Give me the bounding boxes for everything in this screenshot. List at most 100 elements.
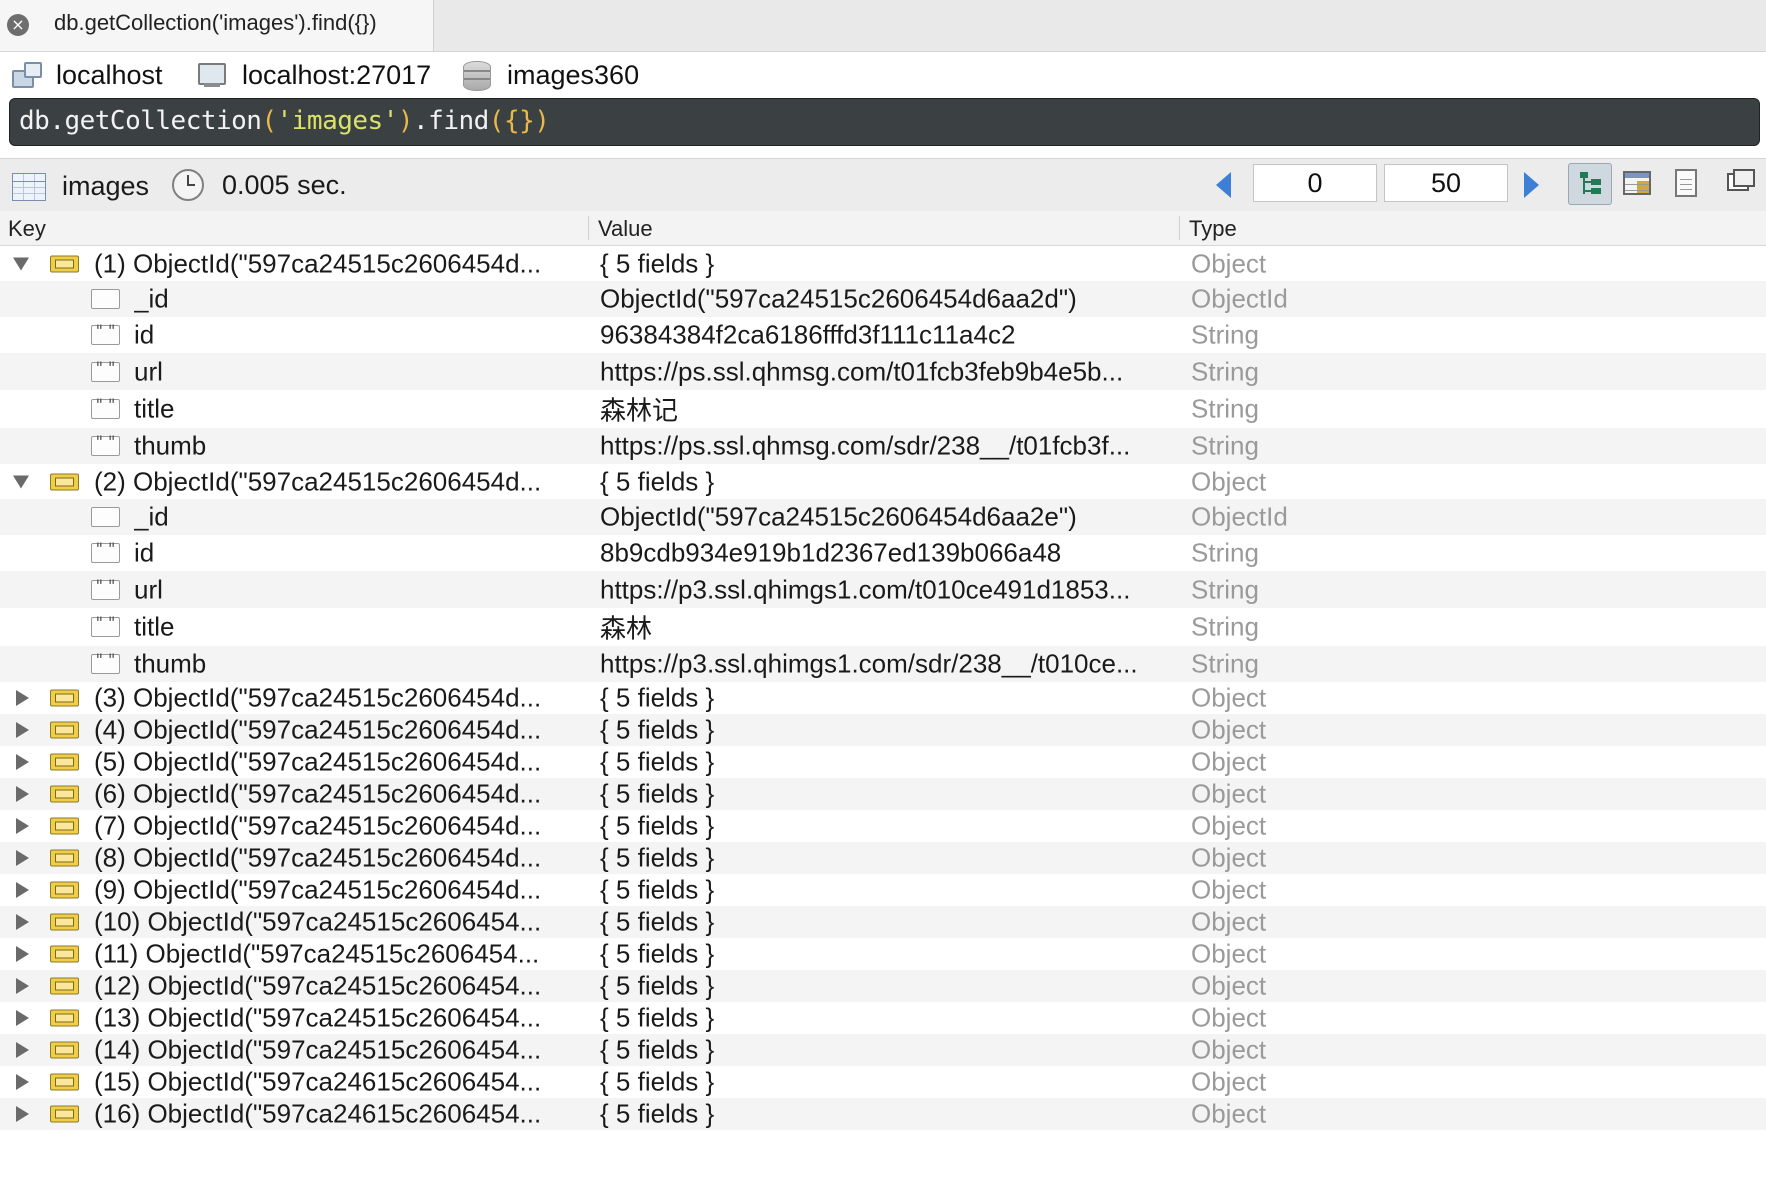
row-type: Object [1191, 906, 1267, 937]
string-field-icon: " " [91, 615, 120, 637]
tree-view-button[interactable] [1568, 163, 1612, 205]
row-key: (15) ObjectId("597ca24615c2606454... [94, 1066, 542, 1097]
column-key[interactable]: Key [8, 216, 46, 242]
row-type: Object [1191, 1098, 1267, 1129]
object-icon [50, 1073, 79, 1091]
object-icon [50, 785, 79, 803]
row-value: { 5 fields } [600, 466, 715, 496]
row-key: (9) ObjectId("597ca24515c2606454d... [94, 874, 542, 905]
field-row[interactable]: " " url https://p3.ssl.qhimgs1.com/t010ce4… [0, 571, 1766, 608]
expand-arrow-icon[interactable] [16, 722, 29, 738]
document-row[interactable]: (1) ObjectId("597ca24515c2606454d... { 5 … [0, 246, 1766, 281]
row-value: { 5 fields } [600, 874, 715, 905]
tab-bar: × db.getCollection('images').find({}) [0, 0, 1766, 52]
document-row[interactable]: (9) ObjectId("597ca24515c2606454d... { 5 … [0, 874, 1766, 906]
server-icon [198, 62, 226, 88]
field-row[interactable]: _id ObjectId("597ca24515c2606454d6aa2e") O… [0, 499, 1766, 535]
document-row[interactable]: (3) ObjectId("597ca24515c2606454d... { 5 … [0, 682, 1766, 714]
limit-field[interactable] [1384, 164, 1508, 202]
document-row[interactable]: (11) ObjectId("597ca24515c2606454... { 5 … [0, 938, 1766, 970]
row-type: Object [1191, 874, 1267, 905]
collection-info: images [12, 171, 149, 202]
row-type: String [1191, 430, 1259, 461]
expand-arrow-icon[interactable] [16, 1042, 29, 1058]
query-tab[interactable]: × db.getCollection('images').find({}) [0, 0, 434, 51]
object-icon [50, 1041, 79, 1059]
row-value: { 5 fields } [600, 682, 715, 713]
database-icon [463, 59, 491, 91]
expand-arrow-icon[interactable] [16, 850, 29, 866]
column-value[interactable]: Value [598, 216, 653, 242]
row-type: Object [1191, 778, 1267, 809]
connection-server[interactable]: localhost:27017 [198, 59, 431, 91]
skip-field[interactable] [1253, 164, 1377, 202]
document-row[interactable]: (10) ObjectId("597ca24515c2606454... { 5 … [0, 906, 1766, 938]
row-value: { 5 fields } [600, 970, 715, 1001]
field-row[interactable]: " " thumb https://p3.ssl.qhimgs1.com/sdr/2… [0, 646, 1766, 682]
expand-arrow-icon[interactable] [16, 818, 29, 834]
expand-arrow-icon[interactable] [16, 882, 29, 898]
row-value: ObjectId("597ca24515c2606454d6aa2d") [600, 283, 1077, 314]
string-field-icon: " " [91, 652, 120, 674]
row-key: (4) ObjectId("597ca24515c2606454d... [94, 714, 542, 745]
document-row[interactable]: (2) ObjectId("597ca24515c2606454d... { 5 … [0, 464, 1766, 499]
document-row[interactable]: (13) ObjectId("597ca24515c2606454... { 5 … [0, 1002, 1766, 1034]
row-value: ObjectId("597ca24515c2606454d6aa2e") [600, 501, 1077, 532]
document-row[interactable]: (6) ObjectId("597ca24515c2606454d... { 5 … [0, 778, 1766, 810]
object-icon [50, 1009, 79, 1027]
row-key: (5) ObjectId("597ca24515c2606454d... [94, 746, 542, 777]
query-argument: 'images' [276, 106, 399, 136]
row-key: (12) ObjectId("597ca24515c2606454... [94, 970, 542, 1001]
tree-view-icon [1580, 172, 1602, 196]
collapse-arrow-icon[interactable] [13, 475, 29, 488]
field-row[interactable]: " " id 96384384f2ca6186fffd3f111c11a4c2 Str… [0, 317, 1766, 353]
table-view-icon [1623, 171, 1651, 195]
table-view-button[interactable] [1615, 163, 1659, 205]
expand-arrow-icon[interactable] [16, 914, 29, 930]
collapse-arrow-icon[interactable] [13, 257, 29, 270]
object-icon [50, 849, 79, 867]
column-type[interactable]: Type [1189, 216, 1237, 242]
document-row[interactable]: (14) ObjectId("597ca24515c2606454... { 5 … [0, 1034, 1766, 1066]
document-row[interactable]: (5) ObjectId("597ca24515c2606454d... { 5 … [0, 746, 1766, 778]
previous-page-icon[interactable] [1216, 172, 1231, 198]
expand-arrow-icon[interactable] [16, 946, 29, 962]
query-db: db [19, 106, 50, 136]
expand-arrow-icon[interactable] [16, 978, 29, 994]
field-row[interactable]: " " thumb https://ps.ssl.qhmsg.com/sdr/238… [0, 428, 1766, 464]
row-value: { 5 fields } [600, 1066, 715, 1097]
row-key: id [134, 537, 155, 568]
row-type: Object [1191, 842, 1267, 873]
expand-arrow-icon[interactable] [16, 1106, 29, 1122]
close-icon[interactable]: × [7, 14, 29, 36]
text-view-button[interactable] [1663, 163, 1707, 205]
next-page-icon[interactable] [1524, 172, 1539, 198]
document-row[interactable]: (7) ObjectId("597ca24515c2606454d... { 5 … [0, 810, 1766, 842]
connection-database[interactable]: images360 [463, 59, 639, 91]
query-editor[interactable]: db.getCollection('images').find({}) [9, 98, 1760, 146]
connection-host[interactable]: localhost [12, 59, 163, 91]
row-key: _id [134, 283, 169, 314]
row-type: String [1191, 356, 1259, 386]
document-row[interactable]: (12) ObjectId("597ca24515c2606454... { 5 … [0, 970, 1766, 1002]
field-row[interactable]: " " title 森林 String [0, 608, 1766, 646]
document-row[interactable]: (8) ObjectId("597ca24515c2606454d... { 5 … [0, 842, 1766, 874]
table-icon [12, 172, 46, 201]
expand-arrow-icon[interactable] [16, 786, 29, 802]
field-row[interactable]: " " url https://ps.ssl.qhmsg.com/t01fcb3fe… [0, 353, 1766, 390]
document-row[interactable]: (4) ObjectId("597ca24515c2606454d... { 5 … [0, 714, 1766, 746]
document-row[interactable]: (15) ObjectId("597ca24615c2606454... { 5 … [0, 1066, 1766, 1098]
expand-arrow-icon[interactable] [16, 1074, 29, 1090]
field-row[interactable]: " " title 森林记 String [0, 390, 1766, 428]
field-row[interactable]: " " id 8b9cdb934e919b1d2367ed139b066a48 Str… [0, 535, 1766, 571]
string-field-icon: " " [91, 359, 120, 382]
custom-view-button[interactable] [1723, 163, 1766, 205]
expand-arrow-icon[interactable] [16, 690, 29, 706]
expand-arrow-icon[interactable] [16, 1010, 29, 1026]
document-row[interactable]: (16) ObjectId("597ca24615c2606454... { 5 … [0, 1098, 1766, 1130]
field-row[interactable]: _id ObjectId("597ca24515c2606454d6aa2d") O… [0, 281, 1766, 317]
expand-arrow-icon[interactable] [16, 754, 29, 770]
query-text[interactable]: db.getCollection('images').find({}) [19, 106, 550, 136]
connection-database-label: images360 [507, 59, 640, 90]
row-value: https://p3.ssl.qhimgs1.com/t010ce491d185… [600, 574, 1131, 604]
